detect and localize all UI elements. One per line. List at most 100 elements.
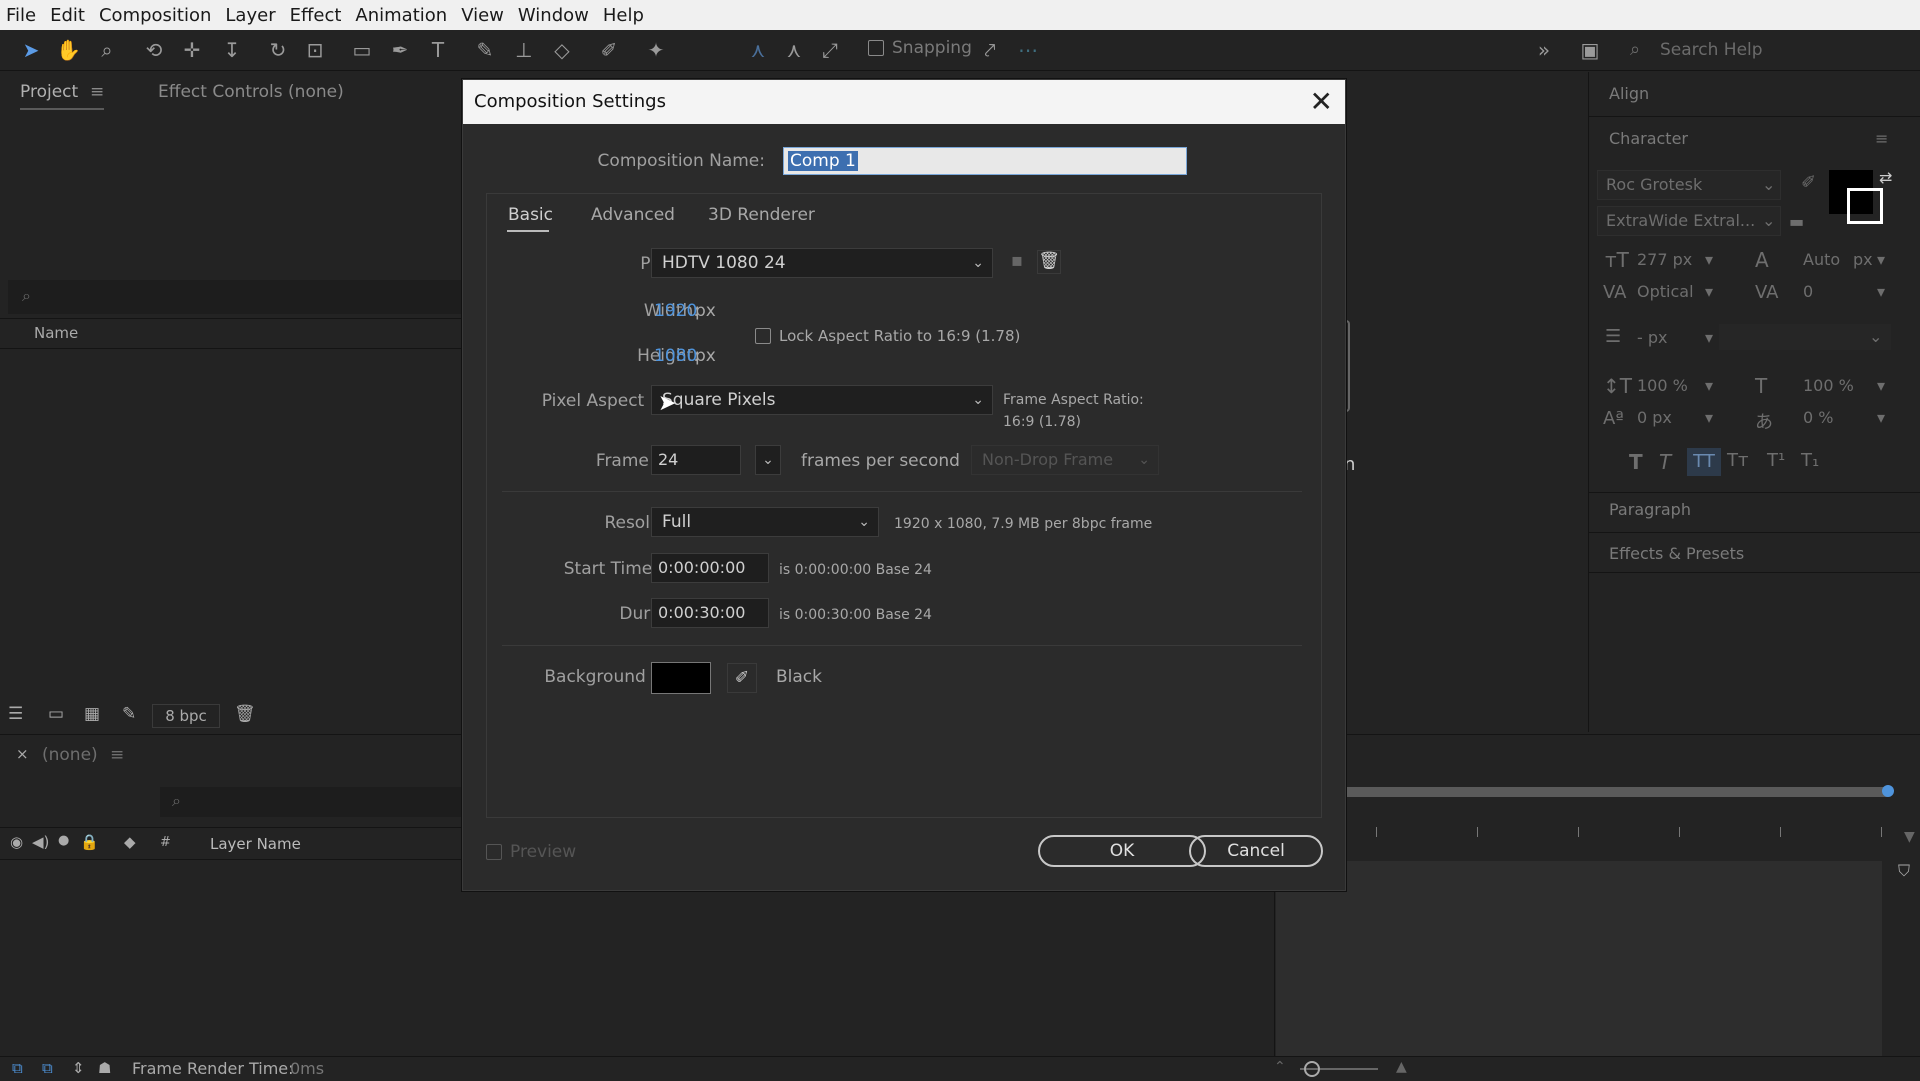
- toggle-in-out-icon[interactable]: ⇕: [72, 1059, 85, 1077]
- tsume-value[interactable]: 0 %: [1803, 408, 1833, 427]
- kerning-value[interactable]: Optical: [1637, 282, 1694, 301]
- snapping-checkbox[interactable]: [868, 40, 884, 56]
- axis-local-icon[interactable]: ⋏: [746, 38, 770, 62]
- rectangle-tool-icon[interactable]: ▭: [350, 38, 374, 62]
- orbit-tool-icon[interactable]: ⟲: [142, 38, 166, 62]
- timeline-search-input[interactable]: ⌕: [160, 787, 462, 817]
- duration-input[interactable]: 0:00:30:00: [651, 598, 769, 628]
- menu-composition[interactable]: Composition: [92, 5, 218, 26]
- column-name[interactable]: Name: [34, 324, 78, 342]
- tab-project[interactable]: Project: [20, 82, 78, 102]
- menu-edit[interactable]: Edit: [43, 5, 92, 26]
- hand-tool-icon[interactable]: ✋: [56, 38, 81, 62]
- save-preset-icon[interactable]: ▪: [1005, 250, 1029, 274]
- chevron-down-icon[interactable]: ▾: [1877, 250, 1885, 269]
- tracking-value[interactable]: 0: [1803, 282, 1813, 301]
- snap-grid-icon[interactable]: ⋯: [1016, 38, 1040, 62]
- timeline-menu-icon[interactable]: ≡: [110, 745, 124, 765]
- search-help-input[interactable]: ⌕ Search Help: [1620, 36, 1910, 64]
- tab-basic[interactable]: Basic: [508, 205, 553, 225]
- cancel-button[interactable]: Cancel: [1189, 835, 1323, 867]
- bpc-button[interactable]: 8 bpc: [152, 704, 220, 728]
- zoom-out-icon[interactable]: ⌃: [1274, 1059, 1286, 1075]
- menu-effect[interactable]: Effect: [283, 5, 349, 26]
- chevron-down-icon[interactable]: ▾: [1705, 408, 1713, 427]
- new-folder-icon[interactable]: ▭: [48, 704, 64, 724]
- chevron-down-icon[interactable]: ▾: [1877, 408, 1885, 427]
- snapping-toggle[interactable]: Snapping: [868, 38, 972, 58]
- menu-window[interactable]: Window: [511, 5, 596, 26]
- small-caps-icon[interactable]: Tᴛ: [1727, 450, 1748, 471]
- scroll-arrow-icon[interactable]: ▼: [1904, 829, 1915, 845]
- font-family-dropdown[interactable]: Roc Grotesk ⌄: [1597, 170, 1781, 200]
- chevron-down-icon[interactable]: ▾: [1877, 282, 1885, 301]
- menu-animation[interactable]: Animation: [348, 5, 454, 26]
- trash-icon[interactable]: 🗑: [234, 704, 256, 724]
- horizontal-scale-value[interactable]: 100 %: [1803, 376, 1854, 395]
- chevron-down-icon[interactable]: ▾: [1705, 328, 1713, 347]
- character-panel-title[interactable]: Character: [1609, 129, 1688, 148]
- roto-brush-tool-icon[interactable]: ✐: [597, 38, 621, 62]
- stroke-width-value[interactable]: - px: [1637, 328, 1667, 347]
- close-icon[interactable]: ✕: [1310, 80, 1333, 124]
- work-area-bar[interactable]: [1344, 787, 1888, 797]
- eyedropper-icon[interactable]: ✐: [727, 663, 757, 693]
- swap-colors-icon[interactable]: ⇄: [1879, 168, 1892, 187]
- pen-tool-icon[interactable]: ✒: [388, 38, 412, 62]
- zoom-in-icon[interactable]: ▲: [1396, 1059, 1407, 1075]
- stroke-color-swatch[interactable]: [1847, 188, 1883, 224]
- puppet-tool-icon[interactable]: ✦: [644, 38, 668, 62]
- selection-tool-icon[interactable]: ➤: [19, 38, 43, 62]
- width-value[interactable]: 1920: [654, 301, 697, 321]
- all-caps-icon[interactable]: TT: [1687, 448, 1721, 476]
- audio-icon[interactable]: ◀): [32, 833, 49, 851]
- background-color-swatch[interactable]: [651, 662, 711, 694]
- frame-rate-dropdown[interactable]: ⌄: [755, 445, 781, 475]
- tab-3d-renderer[interactable]: 3D Renderer: [708, 205, 815, 225]
- interpret-footage-icon[interactable]: ☰: [8, 704, 23, 724]
- chevron-down-icon[interactable]: ▾: [1877, 376, 1885, 395]
- chevron-down-icon[interactable]: ▾: [1705, 282, 1713, 301]
- eyedropper-icon[interactable]: ✐: [1801, 172, 1816, 193]
- axis-world-icon[interactable]: ⋏: [782, 38, 806, 62]
- font-size-value[interactable]: 277 px: [1637, 250, 1692, 269]
- axis-view-icon[interactable]: ⤢: [818, 38, 842, 62]
- preview-checkbox[interactable]: [486, 844, 502, 860]
- zoom-slider-handle[interactable]: [1304, 1061, 1320, 1077]
- delete-preset-icon[interactable]: 🗑: [1037, 250, 1061, 274]
- subscript-icon[interactable]: T₁: [1801, 450, 1819, 471]
- menu-help[interactable]: Help: [596, 5, 651, 26]
- comp-marker-icon[interactable]: ⛉: [1898, 861, 1910, 881]
- superscript-icon[interactable]: T¹: [1767, 450, 1785, 471]
- render-time-icon[interactable]: ☗: [98, 1059, 111, 1077]
- workspace-icon[interactable]: ▣: [1578, 38, 1602, 62]
- eye-icon[interactable]: ◉: [10, 833, 23, 851]
- timeline-track-area[interactable]: [1276, 861, 1882, 1059]
- toggle-switches-icon[interactable]: ⧉: [12, 1059, 23, 1077]
- stroke-style-dropdown[interactable]: ⌄: [1719, 324, 1891, 350]
- brush-tool-icon[interactable]: ✎: [473, 38, 497, 62]
- playhead-handle[interactable]: [1882, 785, 1894, 797]
- adjust-icon[interactable]: ✎: [122, 704, 136, 724]
- project-menu-icon[interactable]: ≡: [90, 82, 104, 102]
- no-color-icon[interactable]: ▬: [1789, 212, 1804, 231]
- leading-value[interactable]: Auto: [1803, 250, 1840, 269]
- pan-tool-icon[interactable]: ✛: [180, 38, 204, 62]
- zoom-tool-icon[interactable]: ⌕: [95, 38, 119, 62]
- align-panel-title[interactable]: Align: [1609, 84, 1649, 103]
- faux-bold-icon[interactable]: T: [1629, 450, 1643, 474]
- lock-aspect-checkbox[interactable]: [755, 328, 771, 344]
- dolly-tool-icon[interactable]: ↧: [220, 38, 244, 62]
- chevron-down-icon[interactable]: ▾: [1705, 376, 1713, 395]
- character-menu-icon[interactable]: ≡: [1875, 129, 1888, 148]
- ok-button[interactable]: OK: [1038, 835, 1206, 867]
- frame-rate-input[interactable]: 24: [651, 445, 741, 475]
- anchor-tool-icon[interactable]: ⊡: [303, 38, 327, 62]
- menu-file[interactable]: File: [0, 5, 43, 26]
- close-icon[interactable]: ×: [16, 745, 29, 763]
- toggle-modes-icon[interactable]: ⧉: [42, 1059, 53, 1077]
- menu-view[interactable]: View: [454, 5, 511, 26]
- resolution-dropdown[interactable]: Full ⌄: [651, 507, 879, 537]
- project-search-input[interactable]: ⌕: [8, 280, 462, 314]
- start-timecode-input[interactable]: 0:00:00:00: [651, 553, 769, 583]
